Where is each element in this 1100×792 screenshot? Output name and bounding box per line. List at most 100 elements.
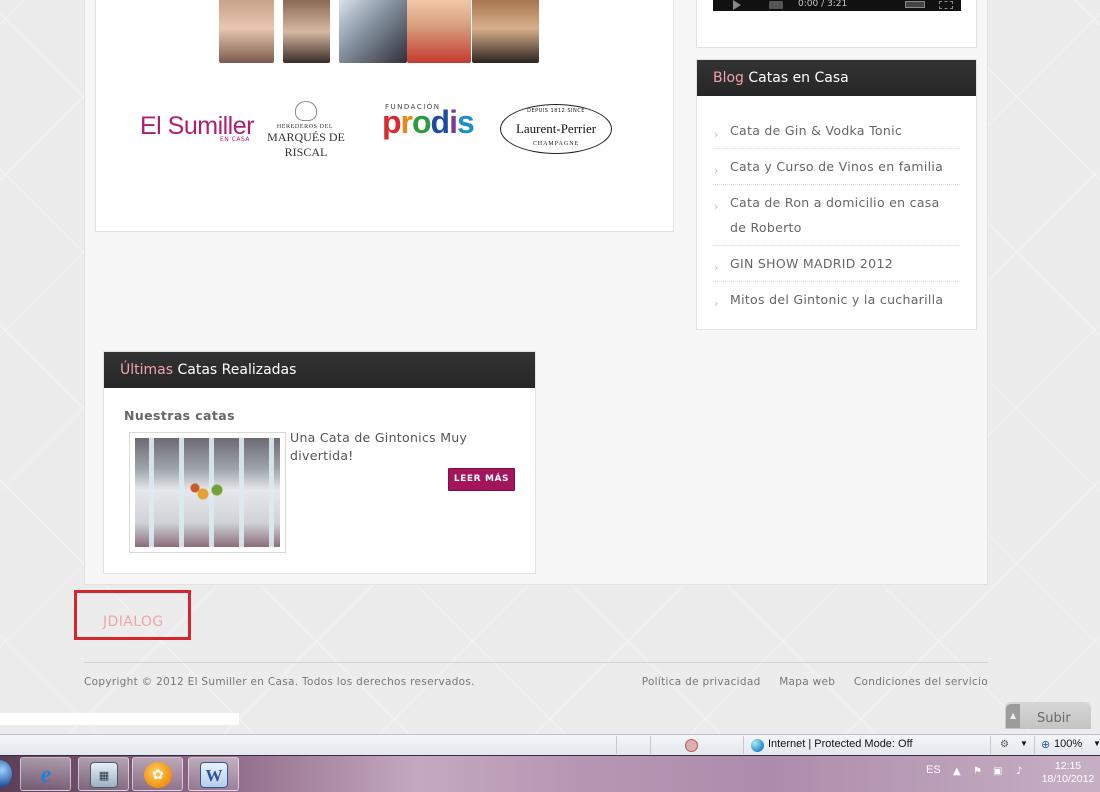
- logo-marques-de-riscal[interactable]: MARQUÉS DE RISCAL: [258, 130, 354, 160]
- blog-widget: Blog Catas en Casa › Cata de Gin & Vodka …: [696, 59, 977, 330]
- chevron-down-icon[interactable]: ▼: [1020, 739, 1028, 748]
- photo-child-1: [219, 0, 274, 63]
- protected-mode-icon[interactable]: ⚙: [1000, 739, 1009, 750]
- chevron-right-icon: ›: [714, 297, 719, 310]
- catas-title-rest: Catas Realizadas: [173, 362, 297, 378]
- fullscreen-icon[interactable]: [939, 1, 953, 9]
- photo-man-1: [339, 0, 407, 63]
- blog-post-item[interactable]: › Cata de Ron a domicilio en casa de Robe…: [713, 185, 960, 246]
- system-clock[interactable]: 12:15 18/10/2012: [1040, 760, 1096, 786]
- prodis-letter: s: [456, 104, 475, 140]
- blog-post-item[interactable]: › GIN SHOW MADRID 2012: [713, 246, 960, 282]
- blog-title-accent: Blog: [713, 70, 744, 86]
- back-to-top-button[interactable]: ▲ Subir: [1005, 702, 1091, 729]
- subir-handle: ▲: [1006, 704, 1020, 728]
- logo-el-sumiller-sub: EN CASA: [220, 136, 251, 143]
- chevron-right-icon: ›: [714, 261, 719, 274]
- footer-link-terms[interactable]: Condiciones del servicio: [854, 676, 988, 688]
- jdialog-label[interactable]: JDIALOG: [103, 614, 164, 630]
- word-icon: W: [200, 762, 228, 788]
- prodis-letter: p: [382, 104, 402, 140]
- blog-post-list: › Cata de Gin & Vodka Tonic › Cata y Curso…: [713, 113, 960, 317]
- browser-status-bar: Internet | Protected Mode: Off ⚙ ▼ ⊕ 100…: [0, 734, 1100, 755]
- status-separator: [616, 736, 617, 754]
- footer-links: Política de privacidad Mapa web Condicio…: [627, 676, 988, 688]
- footer-link-privacy[interactable]: Política de privacidad: [642, 676, 761, 688]
- prodis-letter: o: [412, 104, 432, 140]
- blog-title-rest: Catas en Casa: [743, 70, 849, 86]
- youtube-icon[interactable]: [905, 1, 925, 8]
- language-indicator[interactable]: ES: [926, 764, 941, 776]
- prodis-letter: d: [430, 104, 451, 140]
- tray-expand-icon[interactable]: ▲: [953, 766, 961, 777]
- volume-icon[interactable]: ♪: [1016, 766, 1022, 777]
- taskbar-word[interactable]: W: [188, 757, 239, 791]
- photo-child-3: [407, 0, 471, 63]
- status-separator: [990, 736, 991, 754]
- footer-copyright: Copyright © 2012 El Sumiller en Casa. To…: [84, 676, 475, 688]
- taskbar-app-orange[interactable]: ✿: [132, 757, 183, 791]
- calculator-icon: ▦: [90, 762, 118, 788]
- blog-post-item[interactable]: › Mitos del Gintonic y la cucharilla: [713, 282, 960, 317]
- internet-zone-icon: [751, 739, 764, 752]
- blog-post-link[interactable]: Mitos del Gintonic y la cucharilla: [730, 292, 943, 307]
- video-widget: 0:00 / 3:21: [696, 0, 977, 48]
- cata-excerpt: Una Cata de Gintonics Muy divertida!: [290, 430, 468, 463]
- action-center-flag-icon[interactable]: ⚑: [973, 766, 982, 777]
- white-strip: [0, 713, 239, 725]
- catas-widget-title: Últimas Catas Realizadas: [104, 352, 535, 388]
- chevron-right-icon: ›: [714, 200, 719, 213]
- taskbar-internet-explorer[interactable]: e: [20, 757, 71, 791]
- volume-icon[interactable]: [769, 1, 783, 9]
- privacy-report-icon[interactable]: [685, 739, 698, 752]
- ultimas-catas-widget: Últimas Catas Realizadas Nuestras catas …: [103, 351, 536, 574]
- jdialog-highlight-box: JDIALOG: [74, 590, 191, 640]
- logo-lp-top: DEPUIS 1812 SINCE: [527, 108, 585, 114]
- marques-crest-icon: [295, 101, 317, 121]
- blog-post-item[interactable]: › Cata de Gin & Vodka Tonic: [713, 113, 960, 149]
- app-orange-icon: ✿: [144, 762, 172, 788]
- blog-post-link[interactable]: GIN SHOW MADRID 2012: [730, 256, 893, 271]
- taskbar-calculator[interactable]: ▦: [78, 757, 129, 791]
- video-time: 0:00 / 3:21: [798, 0, 848, 9]
- status-separator: [1034, 736, 1035, 754]
- logo-prodis[interactable]: prodis: [382, 104, 475, 141]
- blog-post-item[interactable]: › Cata y Curso de Vinos en familia: [713, 149, 960, 185]
- chevron-right-icon: ›: [714, 128, 719, 141]
- status-separator: [743, 736, 744, 754]
- start-button[interactable]: [0, 760, 12, 788]
- windows-taskbar: e ▦ ✿ W ES ▲ ⚑ ▣ ♪ 12:15 18/10/2012: [0, 755, 1100, 792]
- logo-lp-sub: CHAMPAGNE: [532, 141, 580, 147]
- footer-link-sitemap[interactable]: Mapa web: [779, 676, 835, 688]
- prodis-letter: i: [449, 104, 458, 140]
- subir-label: Subir: [1037, 711, 1071, 726]
- play-icon[interactable]: [733, 0, 741, 10]
- blog-post-link[interactable]: Cata de Ron a domicilio en casa de Rober…: [730, 195, 940, 235]
- security-zone-text[interactable]: Internet | Protected Mode: Off: [768, 738, 913, 750]
- chevron-down-icon[interactable]: ▼: [1093, 739, 1100, 748]
- cata-photo[interactable]: [135, 438, 280, 547]
- logo-lp-main: Laurent-Perrier: [515, 121, 597, 136]
- prodis-letter: r: [400, 104, 413, 140]
- blog-widget-title: Blog Catas en Casa: [697, 60, 976, 96]
- clock-date: 18/10/2012: [1041, 773, 1095, 785]
- internet-explorer-icon: e: [40, 762, 52, 788]
- clock-time: 12:15: [1054, 760, 1082, 772]
- photo-child-2: [283, 0, 330, 63]
- blog-post-link[interactable]: Cata de Gin & Vodka Tonic: [730, 123, 902, 138]
- catas-title-accent: Últimas: [120, 362, 174, 378]
- photo-child-4: [472, 0, 539, 63]
- arrow-up-icon: ▲: [1010, 711, 1017, 720]
- catas-section-title: Nuestras catas: [124, 408, 235, 423]
- zoom-level[interactable]: 100%: [1054, 738, 1082, 750]
- footer-divider: [84, 662, 988, 663]
- cata-thumbnail[interactable]: [129, 432, 286, 553]
- blog-post-link[interactable]: Cata y Curso de Vinos en familia: [730, 159, 943, 174]
- status-separator: [650, 736, 651, 754]
- sponsors-box: El Sumiller EN CASA HEREDEROS DEL MARQUÉ…: [95, 0, 674, 232]
- leer-mas-button[interactable]: LEER MÁS: [448, 468, 515, 491]
- network-icon[interactable]: ▣: [993, 766, 1002, 777]
- logo-laurent-perrier[interactable]: DEPUIS 1812 SINCE Laurent-Perrier CHAMPA…: [500, 104, 612, 154]
- video-controls[interactable]: 0:00 / 3:21: [713, 0, 961, 11]
- zoom-icon[interactable]: ⊕: [1041, 738, 1050, 751]
